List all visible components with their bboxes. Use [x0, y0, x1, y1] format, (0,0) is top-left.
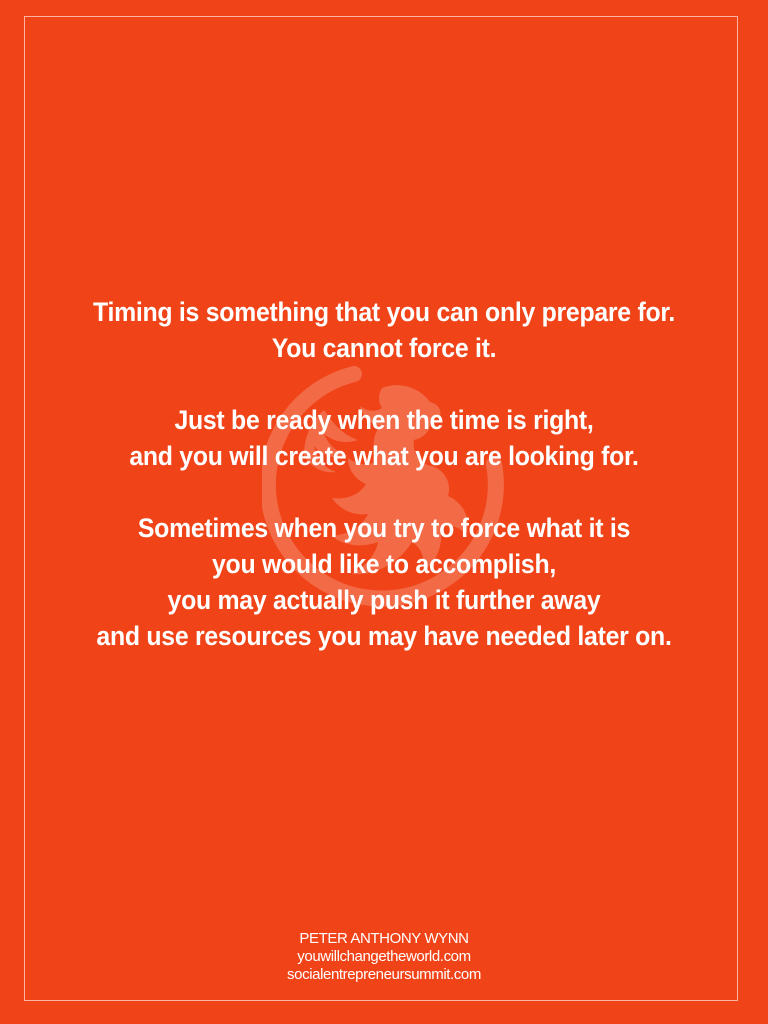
website-link[interactable]: socialentrepreneursummit.com	[0, 966, 768, 984]
quote-line: and use resources you may have needed la…	[96, 621, 672, 651]
quote-paragraph: Sometimes when you try to force what it …	[31, 510, 738, 654]
quote-line: Timing is something that you can only pr…	[92, 297, 675, 327]
quote-paragraph: Just be ready when the time is right, an…	[31, 402, 738, 474]
quote-line: and you will create what you are looking…	[129, 441, 639, 471]
quote-line: you would like to accomplish,	[212, 549, 556, 579]
quote-paragraph: Timing is something that you can only pr…	[31, 294, 738, 366]
signature-block: PETER ANTHONY WYNN youwillchangetheworld…	[0, 930, 768, 984]
quote-line: Sometimes when you try to force what it …	[137, 513, 631, 543]
quote-line: You cannot force it.	[271, 333, 497, 363]
quote-text: Timing is something that you can only pr…	[31, 294, 738, 690]
quote-line: Just be ready when the time is right,	[174, 405, 594, 435]
website-link[interactable]: youwillchangetheworld.com	[0, 948, 768, 966]
author-name: PETER ANTHONY WYNN	[299, 930, 469, 947]
quote-line: you may actually push it further away	[167, 585, 601, 615]
